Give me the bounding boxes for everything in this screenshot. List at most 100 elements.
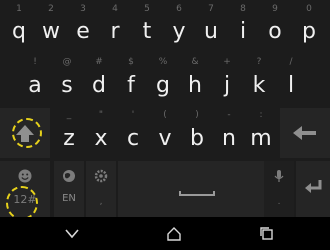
enter-key[interactable] <box>296 161 330 217</box>
highlight-circle-shift <box>12 118 42 148</box>
key-hint: - <box>227 110 231 120</box>
key-hint: 2 <box>48 4 54 14</box>
key-v[interactable]: (v <box>150 108 180 156</box>
key-hint: 7 <box>208 4 214 14</box>
key-hint: / <box>289 57 293 67</box>
gear-icon <box>94 169 108 183</box>
recent-apps-button[interactable] <box>242 217 292 250</box>
key-hint: ? <box>256 57 262 67</box>
key-z[interactable]: _ z <box>54 108 84 156</box>
key-label: s <box>61 73 73 98</box>
key-x[interactable]: " x <box>86 108 116 156</box>
key-hint: & <box>191 57 199 67</box>
key-c[interactable]: ' c <box>118 108 148 156</box>
key-m[interactable]: :m <box>246 108 276 156</box>
recent-apps-icon <box>260 226 273 240</box>
language-label: EN <box>62 193 76 204</box>
key-hint: # <box>95 57 103 67</box>
key-label: n <box>222 126 236 151</box>
microphone-icon <box>274 170 284 182</box>
globe-icon <box>63 170 75 182</box>
key-b[interactable]: ) b <box>182 108 212 156</box>
key-r[interactable]: 4r <box>100 2 130 50</box>
space-bar-icon <box>179 191 215 196</box>
key-q[interactable]: 1q <box>4 2 34 50</box>
key-label: j <box>223 73 231 98</box>
key-n[interactable]: -n <box>214 108 244 156</box>
key-label: l <box>287 73 295 98</box>
key-label: b <box>190 126 204 151</box>
key-label: v <box>158 126 172 151</box>
key-label: o <box>268 19 282 44</box>
key-label: y <box>172 19 186 44</box>
key-w[interactable]: 2w <box>36 2 66 50</box>
key-h[interactable]: & h <box>180 55 210 103</box>
key-hint: 1 <box>16 4 22 14</box>
home-button[interactable] <box>149 217 199 250</box>
key-label: e <box>76 19 90 44</box>
voice-input-key[interactable]: . <box>264 161 294 217</box>
comma-key-hint: , <box>99 197 103 207</box>
period-key-hint: . <box>277 197 281 207</box>
backspace-icon <box>293 126 316 140</box>
key-label: d <box>92 73 106 98</box>
key-hint: ! <box>33 57 37 67</box>
key-label: q <box>12 19 26 44</box>
key-label: t <box>142 19 152 44</box>
key-hint: + <box>223 57 231 67</box>
key-hint: ) <box>195 110 199 120</box>
key-o[interactable]: 9o <box>260 2 290 50</box>
key-u[interactable]: 7u <box>196 2 226 50</box>
key-i[interactable]: 8i <box>228 2 258 50</box>
key-label: z <box>63 126 75 151</box>
enter-icon <box>305 180 322 193</box>
key-a[interactable]: ! a <box>20 55 50 103</box>
key-label: i <box>239 19 247 44</box>
chevron-down-icon <box>65 228 79 238</box>
settings-key[interactable]: , <box>86 161 116 217</box>
key-hint: 8 <box>240 4 246 14</box>
back-button[interactable] <box>47 217 97 250</box>
key-p[interactable]: 0p <box>292 2 326 50</box>
key-d[interactable]: # d <box>84 55 114 103</box>
key-hint: 4 <box>112 4 118 14</box>
key-l[interactable]: / l <box>276 55 306 103</box>
key-hint: % <box>158 57 168 67</box>
soft-keyboard: 1q 2w 3e 4r 5t 6y 7u 8i 9o 0p ! a @ s # d $… <box>0 0 330 220</box>
key-label: m <box>250 126 272 151</box>
key-hint: 5 <box>144 4 150 14</box>
navigation-bar <box>0 217 330 250</box>
key-label: x <box>94 126 108 151</box>
key-g[interactable]: % g <box>148 55 178 103</box>
key-label: u <box>204 19 218 44</box>
key-f[interactable]: $ f <box>116 55 146 103</box>
key-hint: " <box>98 110 104 120</box>
key-j[interactable]: + j <box>212 55 242 103</box>
key-hint: 6 <box>176 4 182 14</box>
key-label: c <box>126 126 140 151</box>
key-t[interactable]: 5t <box>132 2 162 50</box>
key-label: a <box>28 73 42 98</box>
key-hint: $ <box>128 57 134 67</box>
key-label: k <box>252 73 266 98</box>
key-hint: _ <box>66 110 72 120</box>
key-k[interactable]: ? k <box>244 55 274 103</box>
key-hint: 0 <box>306 4 312 14</box>
key-hint: 9 <box>272 4 278 14</box>
key-label: h <box>188 73 202 98</box>
key-label: w <box>42 19 60 44</box>
backspace-key[interactable] <box>280 108 330 158</box>
space-key[interactable] <box>118 161 276 217</box>
key-label: p <box>302 19 316 44</box>
key-s[interactable]: @ s <box>52 55 82 103</box>
key-label: f <box>127 73 135 98</box>
key-label: r <box>110 19 120 44</box>
key-hint: @ <box>62 57 72 67</box>
language-key[interactable]: EN <box>54 161 84 217</box>
home-icon <box>167 226 181 241</box>
key-e[interactable]: 3e <box>68 2 98 50</box>
highlight-circle-symbols <box>6 186 38 220</box>
key-y[interactable]: 6y <box>164 2 194 50</box>
key-hint: ( <box>163 110 167 120</box>
key-label: g <box>156 73 170 98</box>
